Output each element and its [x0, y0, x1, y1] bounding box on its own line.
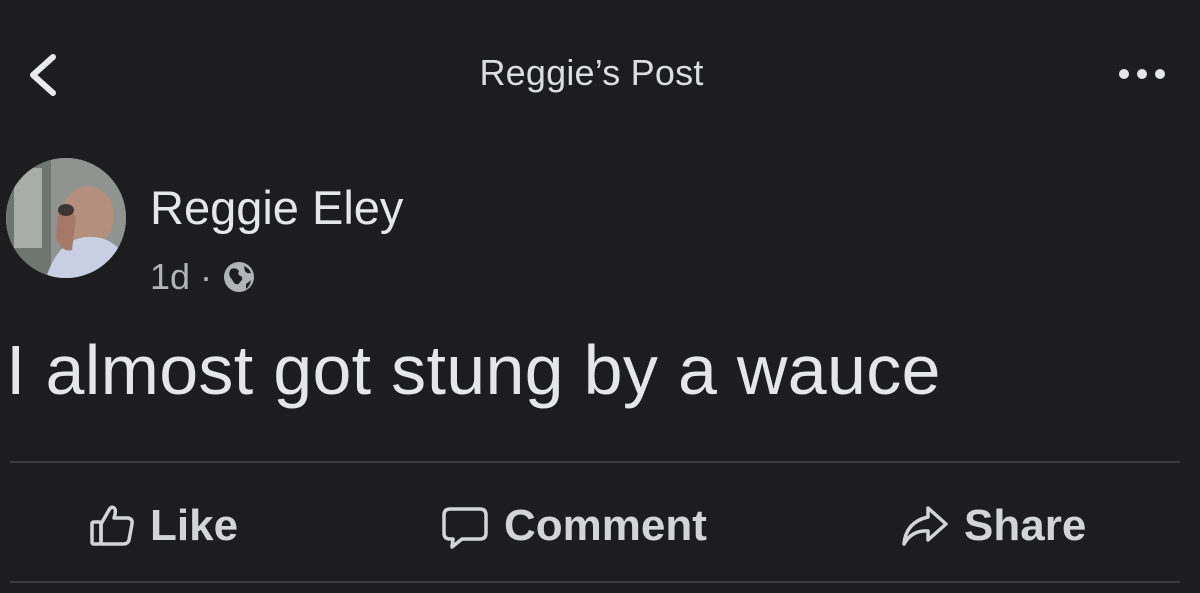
page-title: Reggie’s Post	[479, 52, 704, 93]
thumbs-up-icon	[90, 505, 134, 546]
comment-label: Comment	[504, 501, 707, 550]
divider-bottom	[10, 581, 1180, 583]
more-horizontal-icon	[1119, 69, 1165, 79]
like-button[interactable]: Like	[88, 498, 238, 554]
globe-icon[interactable]	[222, 260, 256, 294]
avatar[interactable]	[6, 158, 126, 278]
share-arrow-icon	[902, 506, 948, 546]
divider-top	[10, 461, 1180, 463]
share-label: Share	[964, 501, 1087, 550]
share-button[interactable]: Share	[900, 498, 1086, 554]
meta-separator: ·	[200, 256, 213, 297]
comment-button[interactable]: Comment	[440, 498, 707, 554]
post-text: I almost got stung by a wauce	[6, 331, 941, 409]
author-name[interactable]: Reggie Eley	[150, 180, 403, 235]
like-label: Like	[150, 501, 239, 550]
top-navigation-bar: Reggie’s Post	[0, 0, 1200, 150]
post-meta: 1d ·	[150, 252, 256, 302]
profile-photo	[6, 158, 126, 278]
more-options-button[interactable]	[1112, 56, 1172, 92]
speech-bubble-icon	[442, 507, 488, 549]
post-timestamp[interactable]: 1d	[150, 256, 190, 298]
